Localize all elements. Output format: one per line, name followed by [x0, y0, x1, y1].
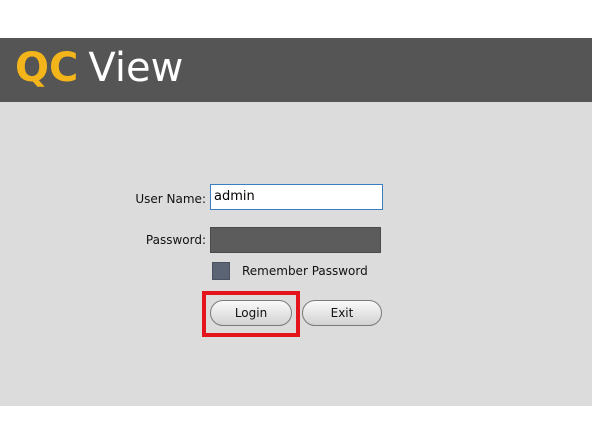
logo-qc-text: QC: [15, 45, 79, 91]
username-input[interactable]: [210, 184, 383, 210]
app-logo: QC View: [15, 41, 183, 95]
app-header: QC View: [0, 38, 592, 102]
login-highlight-box: [202, 291, 300, 337]
exit-button[interactable]: Exit: [302, 300, 382, 326]
username-label: User Name:: [135, 192, 206, 206]
remember-password-label: Remember Password: [242, 264, 368, 278]
logo-view-text: View: [88, 45, 184, 91]
remember-password-checkbox[interactable]: [212, 262, 230, 280]
password-label: Password:: [145, 233, 206, 247]
login-window: QCView User Name: Password: Remember Pas…: [0, 38, 592, 406]
password-input[interactable]: [210, 227, 381, 253]
